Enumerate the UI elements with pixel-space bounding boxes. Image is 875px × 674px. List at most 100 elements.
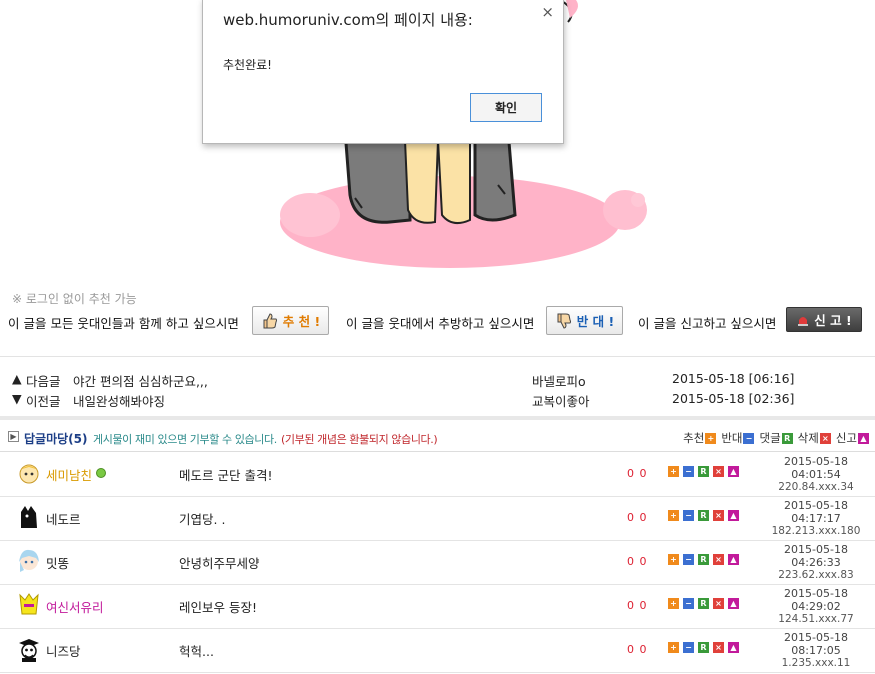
next-author: 바넬로피o — [532, 374, 586, 389]
comment-ip: 223.62.xxx.83 — [778, 569, 854, 581]
dialog-title: web.humoruniv.com의 페이지 내용: — [223, 11, 473, 29]
ok-button[interactable]: 확인 — [470, 93, 542, 122]
comment-text: 메도르 군단 출격! — [179, 468, 273, 483]
comment-author[interactable]: 여신서유리 — [46, 597, 104, 616]
avatar[interactable] — [16, 548, 42, 574]
comment-text: 기엽당. . — [179, 512, 226, 527]
prev-post-link[interactable]: ▼ 이전글 내일완성해봐야징 교복이좋아 2015-05-18 [02:36] — [12, 391, 862, 409]
legend-recommend: 추천 + — [683, 430, 717, 446]
thumbs-down-icon — [557, 313, 571, 329]
minus-icon[interactable]: − — [683, 466, 694, 477]
upvote-count: 0 — [627, 643, 635, 656]
delete-icon[interactable]: × — [713, 510, 724, 521]
downvote-count: 0 — [639, 643, 648, 656]
delete-icon[interactable]: × — [713, 642, 724, 653]
comment-date: 2015-05-18 — [784, 455, 848, 468]
comment-time: 04:29:02 — [791, 600, 841, 613]
comment-ip: 182.213.xxx.180 — [771, 525, 861, 537]
next-post-link[interactable]: ▲ 다음글 야간 편의점 심심하군요,,, 바넬로피o 2015-05-18 [… — [12, 371, 862, 389]
minus-icon[interactable]: − — [683, 554, 694, 565]
upvote-count: 0 — [627, 511, 635, 524]
siren-icon[interactable]: ▲ — [728, 510, 739, 521]
comment-time: 08:17:05 — [791, 644, 841, 657]
prev-date: 2015-05-18 [02:36] — [672, 391, 795, 406]
donation-note: 게시물이 재미 있으면 기부할 수 있습니다. — [93, 433, 277, 446]
thumbs-up-icon — [263, 312, 277, 328]
delete-icon[interactable]: × — [713, 554, 724, 565]
login-note: ※ 로그인 없이 추천 가능 — [12, 292, 137, 306]
reply-icon[interactable]: R — [698, 598, 709, 609]
comment-text: 헉헉... — [179, 644, 214, 659]
siren-icon[interactable]: ▲ — [728, 598, 739, 609]
report-button[interactable]: 신 고 ! — [786, 307, 862, 332]
downvote-count: 0 — [639, 555, 648, 568]
reply-icon[interactable]: R — [698, 466, 709, 477]
delete-icon[interactable]: × — [713, 598, 724, 609]
avatar[interactable] — [16, 460, 42, 486]
next-title[interactable]: 야간 편의점 심심하군요,,, — [73, 371, 208, 390]
downvote-count: 0 — [639, 511, 648, 524]
avatar[interactable] — [16, 504, 42, 530]
siren-icon — [798, 316, 809, 326]
comment-actions: + − R × ▲ — [668, 598, 739, 609]
oppose-label: 반 대 ! — [576, 314, 615, 329]
comment-meta: 2015-05-18 04:17:17 182.213.xxx.180 — [768, 499, 864, 538]
oppose-button[interactable]: 반 대 ! — [546, 306, 623, 335]
minus-icon[interactable]: − — [683, 598, 694, 609]
reply-icon[interactable]: R — [698, 642, 709, 653]
divider — [0, 356, 875, 357]
siren-icon[interactable]: ▲ — [728, 466, 739, 477]
expand-icon[interactable]: ▶ — [8, 431, 19, 442]
comment-author[interactable]: 니즈당 — [46, 641, 81, 660]
action-legend: 추천 + 반대 − 댓글 R 삭제 × 신고 ▲ — [683, 430, 869, 446]
arrow-up-icon: ▲ — [12, 371, 22, 386]
plus-icon[interactable]: + — [668, 510, 679, 521]
delete-icon[interactable]: × — [713, 466, 724, 477]
section-divider — [0, 416, 875, 420]
comment-actions: + − R × ▲ — [668, 466, 739, 477]
comment-votes: 0 0 — [627, 555, 648, 568]
legend-oppose: 반대 − — [721, 430, 755, 446]
comments-title: 답글마당(5) — [24, 432, 88, 446]
avatar[interactable] — [16, 592, 42, 618]
upvote-count: 0 — [627, 599, 635, 612]
alert-dialog: web.humoruniv.com의 페이지 내용: × 추천완료! 확인 — [202, 0, 564, 144]
recommend-button[interactable]: 추 천 ! — [252, 306, 329, 335]
reply-icon[interactable]: R — [698, 554, 709, 565]
recommend-prompt: 이 글을 모든 웃대인들과 함께 하고 싶으시면 — [8, 316, 239, 331]
plus-icon[interactable]: + — [668, 598, 679, 609]
upvote-count: 0 — [627, 555, 635, 568]
minus-icon[interactable]: − — [683, 642, 694, 653]
plus-icon[interactable]: + — [668, 642, 679, 653]
comment-author[interactable]: 네도르 — [46, 509, 81, 528]
next-label: 다음글 — [26, 374, 61, 389]
comment-row: 여신서유리 레인보우 등장! 0 0 + − R × ▲ 2015-05-18 04:29:02 1… — [0, 585, 875, 629]
upvote-count: 0 — [627, 467, 635, 480]
downvote-count: 0 — [639, 467, 648, 480]
plus-icon: + — [705, 432, 717, 444]
comment-votes: 0 0 — [627, 599, 648, 612]
comment-row: 네도르 기엽당. . 0 0 + − R × ▲ 2015-05-18 04:17:17 182.2… — [0, 497, 875, 541]
comment-meta: 2015-05-18 04:01:54 220.84.xxx.34 — [768, 455, 864, 494]
comment-time: 04:01:54 — [791, 468, 841, 481]
avatar[interactable] — [16, 636, 42, 662]
comment-author[interactable]: 세미남친 — [46, 465, 92, 484]
prev-title[interactable]: 내일완성해봐야징 — [73, 391, 165, 410]
minus-icon[interactable]: − — [683, 510, 694, 521]
delete-icon: × — [819, 432, 831, 444]
comment-actions: + − R × ▲ — [668, 554, 739, 565]
siren-icon[interactable]: ▲ — [728, 642, 739, 653]
comment-author[interactable]: 밋똥 — [46, 553, 69, 572]
online-status-icon — [96, 468, 106, 478]
comment-text: 레인보우 등장! — [179, 600, 257, 615]
page: web.humoruniv.com의 페이지 내용: × 추천완료! 확인 ※ … — [0, 0, 875, 674]
siren-icon[interactable]: ▲ — [728, 554, 739, 565]
prev-author: 교복이좋아 — [532, 394, 590, 409]
comment-ip: 1.235.xxx.11 — [781, 657, 851, 669]
dialog-message: 추천완료! — [223, 58, 272, 72]
plus-icon[interactable]: + — [668, 466, 679, 477]
comment-actions: + − R × ▲ — [668, 510, 739, 521]
close-icon[interactable]: × — [541, 3, 554, 21]
reply-icon[interactable]: R — [698, 510, 709, 521]
plus-icon[interactable]: + — [668, 554, 679, 565]
